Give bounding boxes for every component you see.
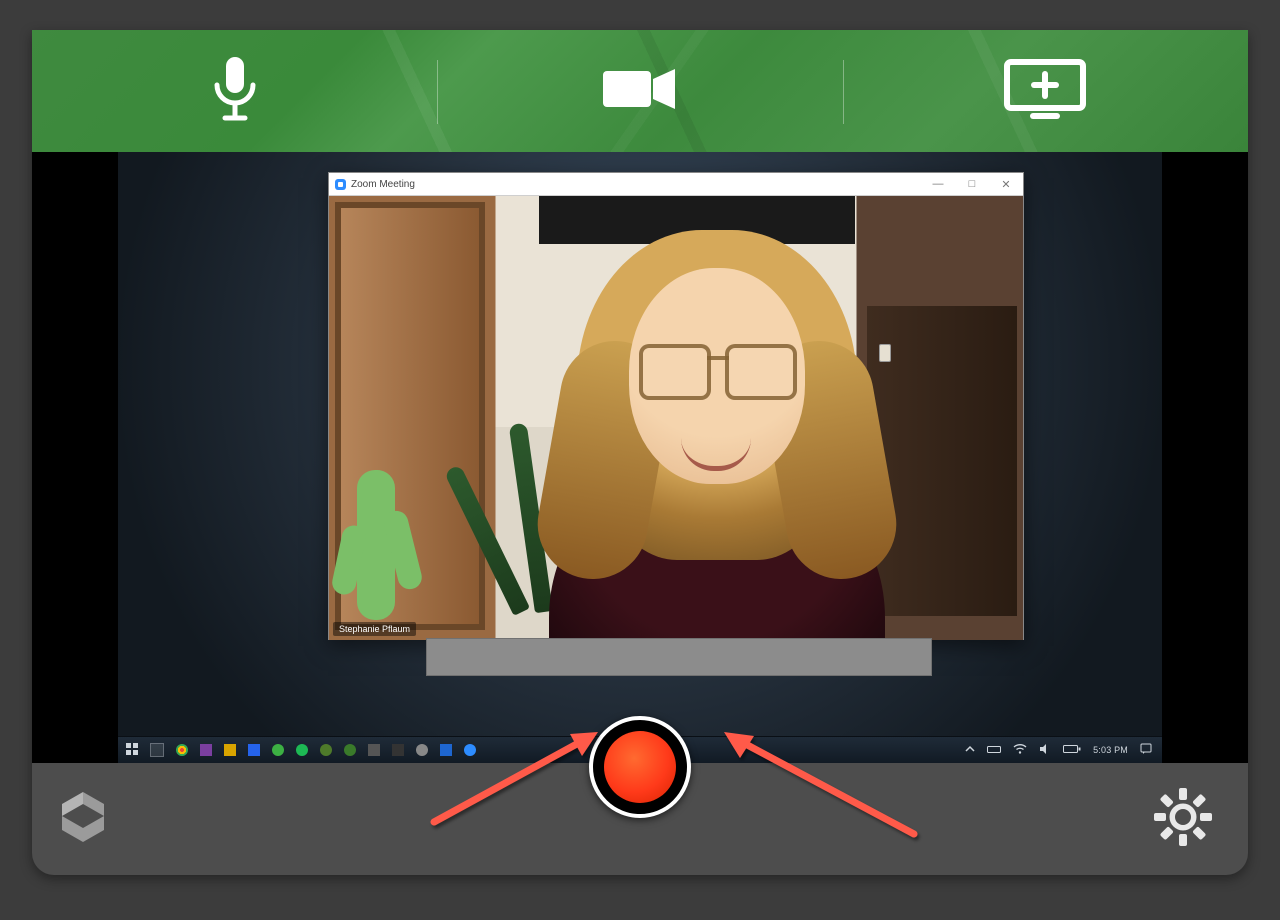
zoom-logo-icon xyxy=(335,179,346,190)
minimize-button[interactable]: — xyxy=(921,178,955,190)
preview-letterbox xyxy=(1162,152,1248,763)
zoom-video-feed: Stephanie Pflaum xyxy=(329,196,1023,640)
taskbar-system-tray[interactable]: 5:03 PM xyxy=(965,743,1162,758)
zoom-taskbar-icon[interactable] xyxy=(464,744,476,756)
app-icon[interactable] xyxy=(320,744,332,756)
wifi-icon[interactable] xyxy=(1013,743,1027,758)
record-button[interactable] xyxy=(589,716,691,818)
start-menu-icon[interactable] xyxy=(126,743,138,758)
zoom-titlebar[interactable]: Zoom Meeting — □ ✕ xyxy=(329,173,1023,196)
zoom-meeting-window[interactable]: Zoom Meeting — □ ✕ xyxy=(328,172,1024,640)
word-icon[interactable] xyxy=(248,744,260,756)
volume-icon[interactable] xyxy=(1039,743,1051,758)
participant-glasses xyxy=(639,344,797,394)
preview-letterbox xyxy=(32,152,118,763)
participant-name-tag: Stephanie Pflaum xyxy=(333,622,416,636)
chrome-icon[interactable] xyxy=(176,744,188,756)
video-camera-icon xyxy=(601,65,679,118)
action-center-icon[interactable] xyxy=(1140,743,1152,758)
microphone-icon xyxy=(211,55,259,128)
spotify-icon[interactable] xyxy=(296,744,308,756)
app-icon[interactable] xyxy=(440,744,452,756)
keyboard-icon[interactable] xyxy=(987,744,1001,757)
task-view-icon[interactable] xyxy=(150,743,164,757)
add-screen-icon xyxy=(1003,58,1087,125)
panel-strip xyxy=(426,638,932,676)
recorder-app-window: Zoom Meeting — □ ✕ xyxy=(32,30,1248,875)
capture-preview: Zoom Meeting — □ ✕ xyxy=(32,152,1248,763)
record-icon xyxy=(604,731,676,803)
settings-button[interactable] xyxy=(1152,786,1214,853)
video-mode-button[interactable] xyxy=(437,30,842,152)
maximize-button[interactable]: □ xyxy=(955,178,989,190)
tray-chevron-icon[interactable] xyxy=(965,744,975,757)
app-icon[interactable] xyxy=(416,744,428,756)
video-background xyxy=(879,344,891,362)
file-explorer-icon[interactable] xyxy=(224,744,236,756)
app-icon[interactable] xyxy=(272,744,284,756)
battery-icon[interactable] xyxy=(1063,744,1081,757)
captured-screen: Zoom Meeting — □ ✕ xyxy=(118,152,1162,763)
video-background xyxy=(357,470,395,620)
app-icon[interactable] xyxy=(344,744,356,756)
mode-toolbar xyxy=(32,30,1248,152)
app-icon[interactable] xyxy=(368,744,380,756)
onenote-icon[interactable] xyxy=(200,744,212,756)
app-icon[interactable] xyxy=(392,744,404,756)
zoom-window-title: Zoom Meeting xyxy=(351,179,415,190)
screen-mode-button[interactable] xyxy=(843,30,1248,152)
taskbar-left-icons xyxy=(118,743,476,758)
close-button[interactable]: ✕ xyxy=(989,178,1023,191)
library-button[interactable] xyxy=(52,786,114,853)
audio-mode-button[interactable] xyxy=(32,30,437,152)
taskbar-clock[interactable]: 5:03 PM xyxy=(1093,745,1128,755)
